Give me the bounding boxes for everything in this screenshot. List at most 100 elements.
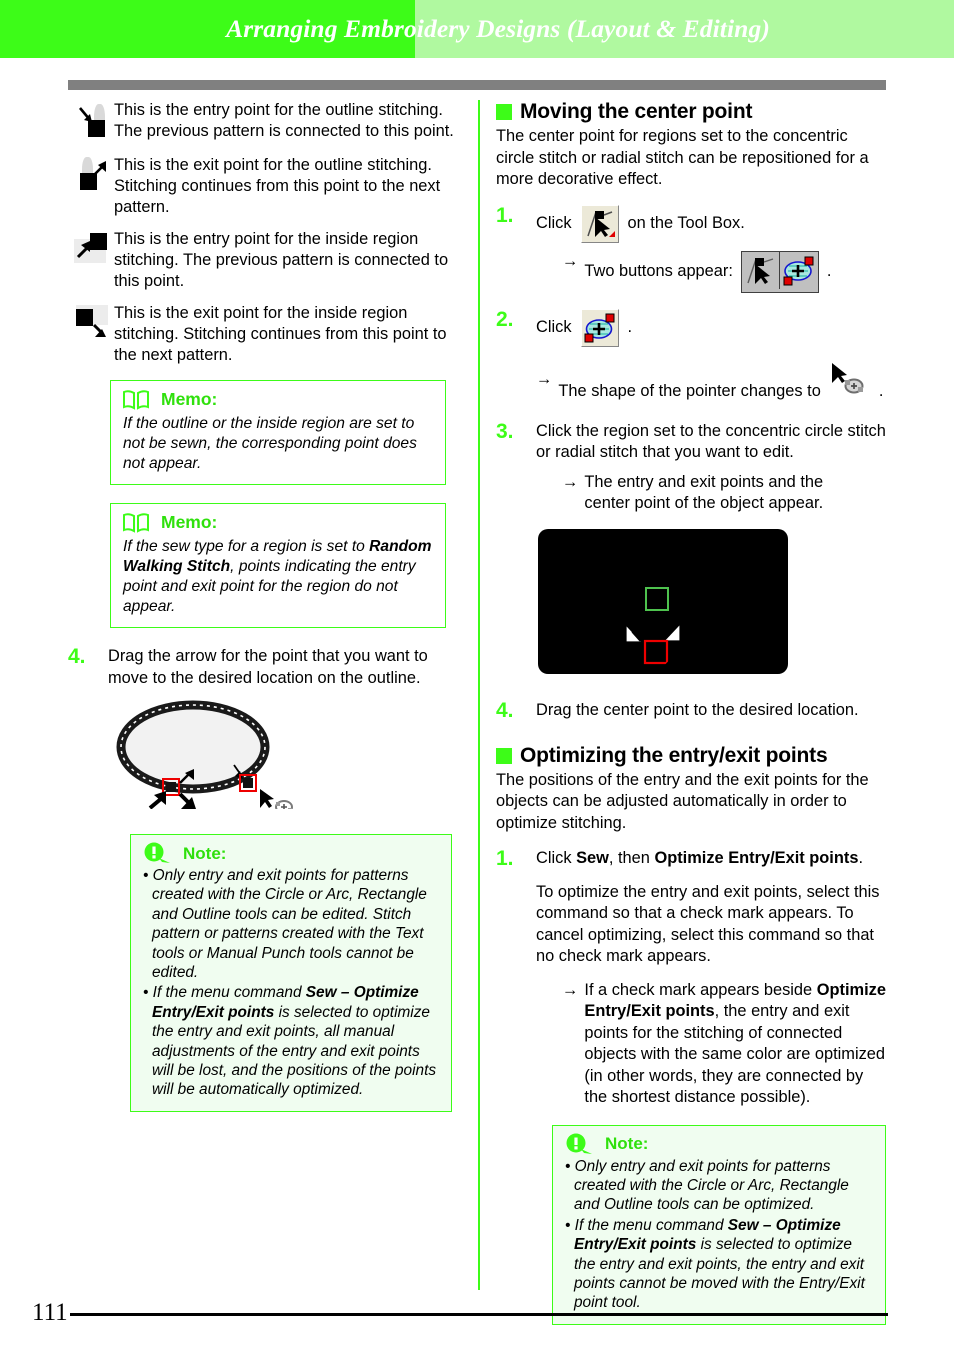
step-number: 1. <box>496 847 514 870</box>
step-number: 4. <box>68 645 86 668</box>
memo-label: Memo: <box>161 512 218 532</box>
section-heading-optimizing: Optimizing the entry/exit points <box>496 744 886 768</box>
definition-row: This is the entry point for the outline … <box>68 100 464 144</box>
note-bullet-bold-sew: Sew <box>727 1216 759 1234</box>
note-label: Note: <box>605 1134 649 1153</box>
step-text-after: on the Tool Box. <box>627 213 745 232</box>
right-arrow-icon: → <box>536 369 553 388</box>
step-main-line: Click Sew, then Optimize Entry/Exit poin… <box>536 848 886 870</box>
outline-entry-exit-figure <box>88 699 464 814</box>
then-label: , then <box>608 849 655 867</box>
note-box-right: Note: • Only entry and exit points for p… <box>552 1124 886 1325</box>
note-bullet-dash: – <box>758 1216 776 1234</box>
page-number: 111 <box>32 1299 68 1326</box>
step-4-moving-center: 4. Drag the center point to the desired … <box>496 698 886 722</box>
note-box-left: Note: • Only entry and exit points for p… <box>130 834 452 1112</box>
entry-point-region-icon <box>68 229 114 273</box>
result-text-a: If a check mark appears beside <box>584 980 817 999</box>
period: . <box>858 849 864 867</box>
note-bullet-text: Only entry and exit points for patterns … <box>152 867 427 982</box>
section-heading-moving-center-point: Moving the center point <box>496 100 886 124</box>
step-number: 4. <box>496 698 514 722</box>
section-title: Moving the center point <box>520 100 753 123</box>
step-1-optimizing: 1. Click Sew, then Optimize Entry/Exit p… <box>496 848 886 1109</box>
step-4-left: 4. Drag the arrow for the point that you… <box>68 646 464 689</box>
note-bullet-list: • Only entry and exit points for pattern… <box>565 1157 873 1313</box>
right-arrow-icon: → <box>562 472 579 491</box>
note-bullet-bold-sew: Sew <box>305 984 337 1002</box>
step-text: Drag the arrow for the point that you wa… <box>108 647 428 687</box>
step-text: Drag the center point to the desired loc… <box>536 700 859 719</box>
step-3-result-line: → The entry and exit points and the cent… <box>562 472 870 515</box>
result-text: Two buttons appear: <box>584 261 733 280</box>
result-text: The shape of the pointer changes to <box>558 382 821 400</box>
center-point-tool-icon[interactable] <box>580 308 619 347</box>
memo-box-2: Memo: If the sew type for a region is se… <box>110 503 446 628</box>
note-bullet: • If the menu command Sew – Optimize Ent… <box>143 984 437 1099</box>
step-text-after: . <box>627 317 633 336</box>
exit-point-region-icon <box>68 303 114 347</box>
definition-text: This is the entry point for the outline … <box>114 101 454 140</box>
definition-row: This is the entry point for the inside r… <box>68 229 464 292</box>
note-bullet: • If the menu command Sew – Optimize Ent… <box>565 1216 865 1312</box>
section-intro: The center point for regions set to the … <box>496 127 869 188</box>
note-bullet-text-a: If the menu command <box>574 1216 728 1234</box>
step-text-before: Click <box>536 213 572 232</box>
step-text-before: Click <box>536 317 572 336</box>
step-text: Click the region set to the concentric c… <box>536 421 886 462</box>
left-column: This is the entry point for the outline … <box>68 100 464 1112</box>
entry-point-outline-icon <box>68 100 114 144</box>
exclamation-bubble-icon <box>565 1133 595 1156</box>
header-grey-rule <box>68 80 886 90</box>
step-1-moving-center: 1. Click on the Tool Box. <box>496 203 886 243</box>
click-label: Click <box>536 849 577 867</box>
step-2-moving-center: 2. Click . <box>496 307 886 347</box>
step-number: 1. <box>496 203 514 227</box>
step-text: Click Sew, then Optimize Entry/Exit poin… <box>536 848 886 1109</box>
step-3-moving-center: 3. Click the region set to the concentri… <box>496 419 886 464</box>
two-buttons-group[interactable] <box>740 250 819 293</box>
section-bullet-square-icon <box>496 747 512 764</box>
result-suffix: . <box>878 382 884 400</box>
result-suffix: . <box>826 261 832 280</box>
section-bullet-square-icon <box>496 104 512 120</box>
result-text: If a check mark appears beside Optimize … <box>584 980 886 1109</box>
definition-text: This is the exit point for the inside re… <box>114 304 447 364</box>
note-bullet-list: • Only entry and exit points for pattern… <box>143 866 439 1100</box>
step-text: Click on the Tool Box. <box>536 204 886 243</box>
note-bullet-dash: – <box>336 984 354 1002</box>
menu-command-label: Optimize Entry/Exit points <box>654 849 859 867</box>
exclamation-bubble-icon <box>143 842 173 865</box>
step-number: 2. <box>496 307 514 331</box>
right-column: Moving the center point The center point… <box>496 100 886 1325</box>
right-arrow-icon: → <box>562 980 579 999</box>
note-header: Note: <box>565 1133 873 1156</box>
definition-row: This is the exit point for the inside re… <box>68 303 464 366</box>
step-text: Click . <box>536 308 886 347</box>
step-result-line: → If a check mark appears beside Optimiz… <box>562 980 886 1109</box>
step-number: 3. <box>496 419 514 443</box>
memo-box-1: Memo: If the outline or the inside regio… <box>110 380 446 485</box>
note-header: Note: <box>143 842 439 865</box>
memo-body: If the outline or the inside region are … <box>123 415 417 472</box>
note-bullet-text-a: If the menu command <box>152 984 306 1002</box>
center-point-pointer-icon <box>827 362 873 403</box>
book-icon <box>123 512 149 533</box>
definition-text: This is the entry point for the inside r… <box>114 230 449 290</box>
footer-rule <box>70 1313 888 1316</box>
column-divider <box>478 100 480 1290</box>
memo-header: Memo: <box>123 512 433 533</box>
definition-text: This is the exit point for the outline s… <box>114 156 441 216</box>
design-canvas-figure <box>518 528 886 694</box>
right-arrow-icon: → <box>562 251 579 270</box>
page-header-banner: Arranging Embroidery Designs (Layout & E… <box>0 0 954 58</box>
entry-exit-point-tool-icon[interactable] <box>580 204 619 243</box>
step-2-result-line: → The shape of the pointer changes to . <box>536 362 886 403</box>
step-paragraph: To optimize the entry and exit points, s… <box>536 882 880 966</box>
section-intro: The positions of the entry and the exit … <box>496 770 869 832</box>
note-bullet-text: Only entry and exit points for patterns … <box>574 1157 849 1214</box>
note-bullet: • Only entry and exit points for pattern… <box>143 867 427 982</box>
step-1-result-line: → Two buttons appear: . <box>562 250 886 293</box>
memo-header: Memo: <box>123 389 433 410</box>
note-bullet: • Only entry and exit points for pattern… <box>565 1157 849 1214</box>
